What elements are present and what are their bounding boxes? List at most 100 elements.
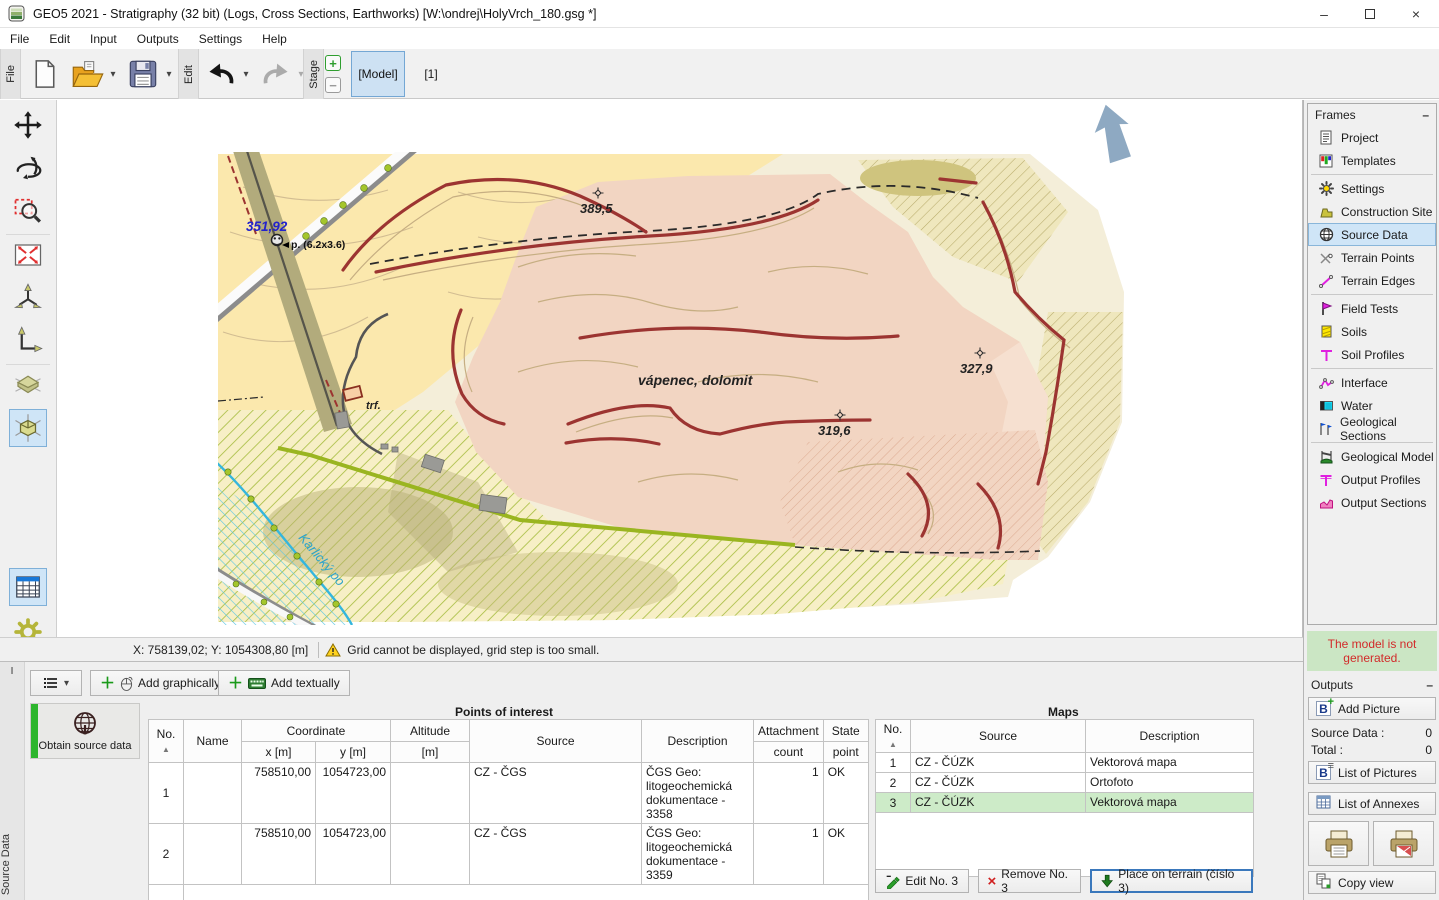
right-panel: Frames – Project Templates Settings Cons… — [1303, 100, 1439, 900]
axes-3d-tool-button[interactable] — [9, 279, 47, 317]
menu-input[interactable]: Input — [80, 30, 127, 48]
print-icon — [1322, 829, 1356, 859]
table-row[interactable]: 1 CZ - ČÚZK Vektorová mapa — [876, 753, 1254, 773]
frame-item-output-sections[interactable]: Output Sections — [1308, 491, 1436, 514]
col-source[interactable]: Source — [470, 720, 642, 763]
add-textually-button[interactable]: ＋ Add textually — [218, 670, 350, 696]
frame-item-terrain-edges[interactable]: Terrain Edges — [1308, 269, 1436, 292]
col-coordinate[interactable]: Coordinate — [242, 720, 391, 742]
frame-item-settings[interactable]: Settings — [1308, 177, 1436, 200]
col-source[interactable]: Source — [911, 720, 1086, 753]
source-data-panel: I Source Data ▾ ＋ Add graphically ＋ Add … — [0, 661, 1303, 900]
col-state-sub: point — [823, 742, 868, 763]
tables-view-tool-button[interactable] — [9, 568, 47, 606]
spot-height-319: 319,6 — [818, 423, 851, 438]
zoom-window-tool-button[interactable] — [9, 192, 47, 230]
list-of-annexes-button[interactable]: List of Annexes — [1308, 792, 1436, 815]
col-no[interactable]: No. ▲ — [876, 720, 911, 753]
open-file-button[interactable] — [70, 53, 106, 95]
axes-2d-tool-button[interactable] — [9, 322, 47, 360]
add-graphically-button[interactable]: ＋ Add graphically — [90, 670, 230, 696]
frame-item-output-profiles[interactable]: Output Profiles — [1308, 468, 1436, 491]
menu-help[interactable]: Help — [252, 30, 297, 48]
geological-sections-icon — [1318, 421, 1333, 436]
frame-item-soils[interactable]: Soils — [1308, 320, 1436, 343]
model-stage-button[interactable]: [Model] — [351, 51, 405, 97]
undo-button[interactable] — [203, 53, 239, 95]
edit-map-button[interactable]: Edit No. 3 — [875, 869, 969, 893]
frame-item-templates[interactable]: Templates — [1308, 149, 1436, 172]
source-data-count: 0 — [1425, 726, 1432, 740]
col-y[interactable]: y [m] — [316, 742, 391, 763]
col-x[interactable]: x [m] — [242, 742, 316, 763]
frames-minimize-button[interactable]: – — [1422, 108, 1429, 122]
minimize-button[interactable]: – — [1301, 0, 1347, 28]
stage-add-icon[interactable]: + — [325, 55, 341, 71]
col-state[interactable]: State — [823, 720, 868, 742]
grid-warning-message: Grid cannot be displayed, grid step is t… — [347, 643, 599, 657]
col-attachment[interactable]: Attachment — [754, 720, 824, 742]
add-picture-button[interactable]: B+ Add Picture — [1308, 697, 1436, 720]
menu-edit[interactable]: Edit — [39, 30, 80, 48]
maximize-button[interactable] — [1347, 0, 1393, 28]
save-file-button[interactable] — [124, 53, 162, 95]
project-icon — [1318, 130, 1334, 145]
add-graphically-label: Add graphically — [138, 676, 220, 690]
col-altitude[interactable]: Altitude — [391, 720, 470, 742]
print-report-button[interactable] — [1373, 821, 1434, 866]
list-menu-button[interactable]: ▾ — [30, 670, 82, 696]
frame-item-geological-sections[interactable]: Geological Sections — [1308, 417, 1436, 440]
perspective-view-tool-button[interactable] — [9, 366, 47, 404]
points-of-interest-table[interactable]: No. ▲ Name Coordinate Altitude Source De… — [148, 719, 869, 900]
frame-item-source-data[interactable]: Source Data — [1308, 223, 1436, 246]
col-description[interactable]: Description — [642, 720, 754, 763]
print-button[interactable] — [1308, 821, 1369, 866]
table-row[interactable]: 2 758510,00 1054723,00 CZ - ČGS ČGS Geo:… — [149, 824, 869, 885]
new-file-button[interactable] — [28, 53, 62, 95]
stage-remove-icon[interactable]: − — [325, 77, 341, 93]
copy-view-icon — [1316, 873, 1331, 892]
globe-icon — [1318, 227, 1334, 242]
col-no[interactable]: No. ▲ — [149, 720, 184, 763]
frame-item-interface[interactable]: Interface — [1308, 371, 1436, 394]
remove-map-button[interactable]: × Remove No. 3 — [978, 869, 1081, 893]
place-on-terrain-button[interactable]: Place on terrain (číslo 3) — [1090, 869, 1253, 893]
save-file-dropdown[interactable]: ▾ — [162, 53, 176, 95]
menu-outputs[interactable]: Outputs — [127, 30, 189, 48]
frame-item-soil-profiles[interactable]: Soil Profiles — [1308, 343, 1436, 366]
axonometric-view-tool-button[interactable] — [9, 409, 47, 447]
table-row-selected[interactable]: 3 CZ - ČÚZK Vektorová mapa — [876, 793, 1254, 813]
zoom-extents-tool-button[interactable] — [9, 236, 47, 274]
obtain-source-data-button[interactable]: Obtain source data — [30, 703, 140, 759]
undo-dropdown[interactable]: ▾ — [239, 53, 253, 95]
stage-tab-1[interactable]: [1] — [416, 51, 446, 97]
menu-settings[interactable]: Settings — [189, 30, 252, 48]
list-of-pictures-button[interactable]: B≡ List of Pictures — [1308, 761, 1436, 784]
col-description[interactable]: Description — [1086, 720, 1254, 753]
spot-height-327: 327,9 — [960, 361, 993, 376]
pan-tool-button[interactable] — [9, 106, 47, 144]
spoil-heap-area — [780, 430, 1048, 560]
frame-item-terrain-points[interactable]: Terrain Points — [1308, 246, 1436, 269]
redo-button[interactable] — [258, 53, 294, 95]
copy-view-button[interactable]: Copy view — [1308, 871, 1436, 894]
maximize-icon — [1365, 9, 1375, 19]
frame-item-geological-model[interactable]: Geological Model — [1308, 445, 1436, 468]
frame-item-project[interactable]: Project — [1308, 126, 1436, 149]
menu-file[interactable]: File — [0, 30, 39, 48]
col-name[interactable]: Name — [184, 720, 242, 763]
point-note-label: p. (6.2x3.6) — [291, 239, 345, 251]
table-row[interactable]: 1 758510,00 1054723,00 CZ - ČGS ČGS Geo:… — [149, 763, 869, 824]
close-button[interactable]: × — [1393, 0, 1439, 28]
map-viewport[interactable]: 351,92 p. (6.2x3.6) 389,5 327,9 319,6 vá… — [57, 100, 1303, 637]
trf-label: trf. — [366, 400, 381, 412]
maps-table[interactable]: No. ▲ Source Description 1 CZ - ČÚZK Vek… — [875, 719, 1254, 877]
outputs-minimize-button[interactable]: – — [1426, 678, 1433, 692]
frame-item-field-tests[interactable]: Field Tests — [1308, 297, 1436, 320]
table-row[interactable]: 2 CZ - ČÚZK Ortofoto — [876, 773, 1254, 793]
orbit-tool-button[interactable] — [9, 149, 47, 187]
frame-item-construction-site[interactable]: Construction Site — [1308, 200, 1436, 223]
keyboard-icon — [248, 677, 266, 690]
open-file-dropdown[interactable]: ▾ — [106, 53, 120, 95]
panel-collapse-handle[interactable]: I — [0, 666, 24, 677]
